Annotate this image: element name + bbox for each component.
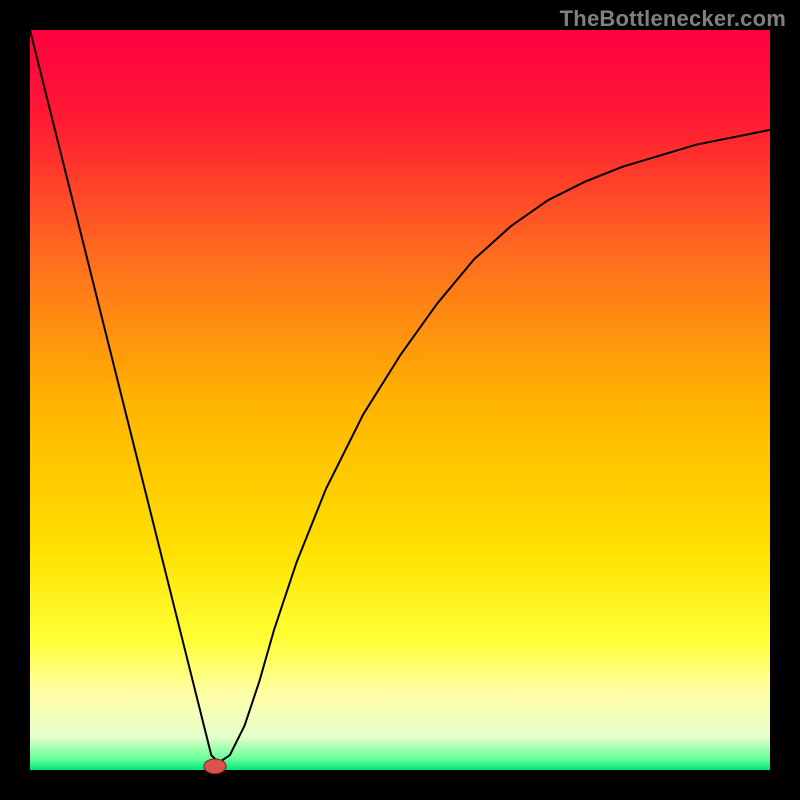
marker-optimal-point bbox=[204, 759, 226, 774]
chart-frame: TheBottlenecker.com bbox=[0, 0, 800, 800]
attribution-label: TheBottlenecker.com bbox=[560, 6, 786, 32]
gradient-background bbox=[30, 30, 770, 770]
bottleneck-chart bbox=[0, 0, 800, 800]
